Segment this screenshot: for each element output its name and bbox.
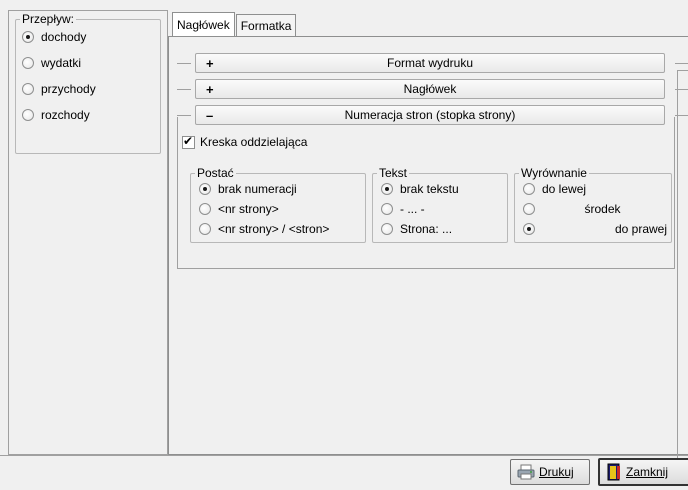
section-format-wydruku: + Format wydruku bbox=[177, 53, 688, 73]
radio-button[interactable] bbox=[22, 109, 34, 121]
radio-label: rozchody bbox=[41, 108, 90, 122]
radio-label: <nr strony> bbox=[218, 202, 279, 216]
radio-nr-strony-stron[interactable]: <nr strony> / <stron> bbox=[199, 222, 329, 236]
radio-label: brak tekstu bbox=[400, 182, 459, 196]
radio-button[interactable] bbox=[22, 57, 34, 69]
radio-label: przychody bbox=[41, 82, 96, 96]
przeplyw-group: Przepływ: dochody wydatki przychody rozc… bbox=[15, 12, 161, 154]
postac-group: Postać brak numeracji <nr strony> <nr st… bbox=[190, 166, 366, 243]
checkbox-label: Kreska oddzielająca bbox=[200, 135, 308, 149]
radio-label: Strona: ... bbox=[400, 222, 453, 236]
divider bbox=[675, 63, 688, 64]
divider bbox=[177, 63, 191, 64]
side-panel-edge bbox=[677, 70, 688, 466]
format-wydruku-toggle-button[interactable]: + Format wydruku bbox=[195, 53, 665, 73]
radio-dash-dots[interactable]: - ... - bbox=[381, 202, 425, 216]
radio-nr-strony[interactable]: <nr strony> bbox=[199, 202, 279, 216]
radio-button[interactable] bbox=[199, 223, 211, 235]
printer-icon bbox=[517, 464, 535, 480]
radio-label: wydatki bbox=[41, 56, 82, 70]
radio-button[interactable] bbox=[22, 31, 34, 43]
divider bbox=[177, 89, 191, 90]
radio-label: dochody bbox=[41, 30, 87, 44]
section-label: Nagłówek bbox=[403, 82, 457, 96]
print-settings-window: Przepływ: dochody wydatki przychody rozc… bbox=[0, 0, 688, 490]
radio-do-lewej[interactable]: do lewej bbox=[523, 182, 586, 196]
section-label: Format wydruku bbox=[386, 56, 474, 70]
close-button-label: Zamknij bbox=[626, 465, 669, 479]
przeplyw-group-title: Przepływ: bbox=[20, 12, 77, 26]
radio-label: - ... - bbox=[400, 202, 425, 216]
radio-button[interactable] bbox=[381, 203, 393, 215]
divider bbox=[177, 115, 191, 116]
postac-group-title: Postać bbox=[195, 166, 236, 180]
print-button-label: Drukuj bbox=[539, 465, 574, 479]
radio-label: <nr strony> / <stron> bbox=[218, 222, 330, 236]
radio-button[interactable] bbox=[381, 223, 393, 235]
tab-naglowek[interactable]: Nagłówek bbox=[172, 12, 235, 36]
radio-label: środek bbox=[584, 202, 621, 216]
radio-srodek[interactable]: środek bbox=[523, 202, 663, 216]
radio-button[interactable] bbox=[523, 183, 535, 195]
left-panel: Przepływ: dochody wydatki przychody rozc… bbox=[8, 10, 168, 455]
radio-do-prawej[interactable]: do prawej bbox=[523, 222, 667, 236]
radio-przychody[interactable]: przychody bbox=[22, 82, 96, 96]
bottom-separator bbox=[0, 455, 688, 456]
radio-button[interactable] bbox=[199, 183, 211, 195]
print-button[interactable]: Drukuj bbox=[510, 459, 590, 485]
wyrownanie-group: Wyrównanie do lewej środek do prawej bbox=[514, 166, 672, 243]
kreska-oddzielajaca-checkbox-row[interactable]: Kreska oddzielająca bbox=[182, 134, 308, 149]
radio-brak-tekstu[interactable]: brak tekstu bbox=[381, 182, 459, 196]
tab-strip: Nagłówek Formatka bbox=[172, 12, 297, 36]
right-panel: Nagłówek Formatka + Format wydruku + Nag… bbox=[168, 10, 688, 466]
radio-dochody[interactable]: dochody bbox=[22, 30, 86, 44]
numeracja-stron-panel: Kreska oddzielająca Postać brak numeracj… bbox=[177, 117, 675, 269]
radio-button[interactable] bbox=[523, 203, 535, 215]
wyrownanie-group-title: Wyrównanie bbox=[519, 166, 589, 180]
tab-content: + Format wydruku + Nagłówek – Numeracja … bbox=[168, 36, 688, 466]
tekst-group-title: Tekst bbox=[377, 166, 410, 180]
radio-label: brak numeracji bbox=[218, 182, 297, 196]
close-button[interactable]: Zamknij bbox=[598, 458, 688, 486]
radio-button[interactable] bbox=[199, 203, 211, 215]
tab-formatka[interactable]: Formatka bbox=[235, 14, 297, 36]
radio-wydatki[interactable]: wydatki bbox=[22, 56, 81, 70]
radio-button[interactable] bbox=[523, 223, 535, 235]
radio-button[interactable] bbox=[381, 183, 393, 195]
radio-label: do prawej bbox=[614, 222, 667, 236]
section-naglowek: + Nagłówek bbox=[177, 79, 688, 99]
kreska-oddzielajaca-checkbox[interactable] bbox=[182, 134, 195, 149]
tekst-group: Tekst brak tekstu - ... - Strona: ... bbox=[372, 166, 508, 243]
radio-rozchody[interactable]: rozchody bbox=[22, 108, 90, 122]
radio-label: do lewej bbox=[542, 182, 587, 196]
exit-door-icon bbox=[606, 463, 622, 481]
radio-strona[interactable]: Strona: ... bbox=[381, 222, 452, 236]
naglowek-toggle-button[interactable]: + Nagłówek bbox=[195, 79, 665, 99]
radio-button[interactable] bbox=[22, 83, 34, 95]
radio-brak-numeracji[interactable]: brak numeracji bbox=[199, 182, 297, 196]
